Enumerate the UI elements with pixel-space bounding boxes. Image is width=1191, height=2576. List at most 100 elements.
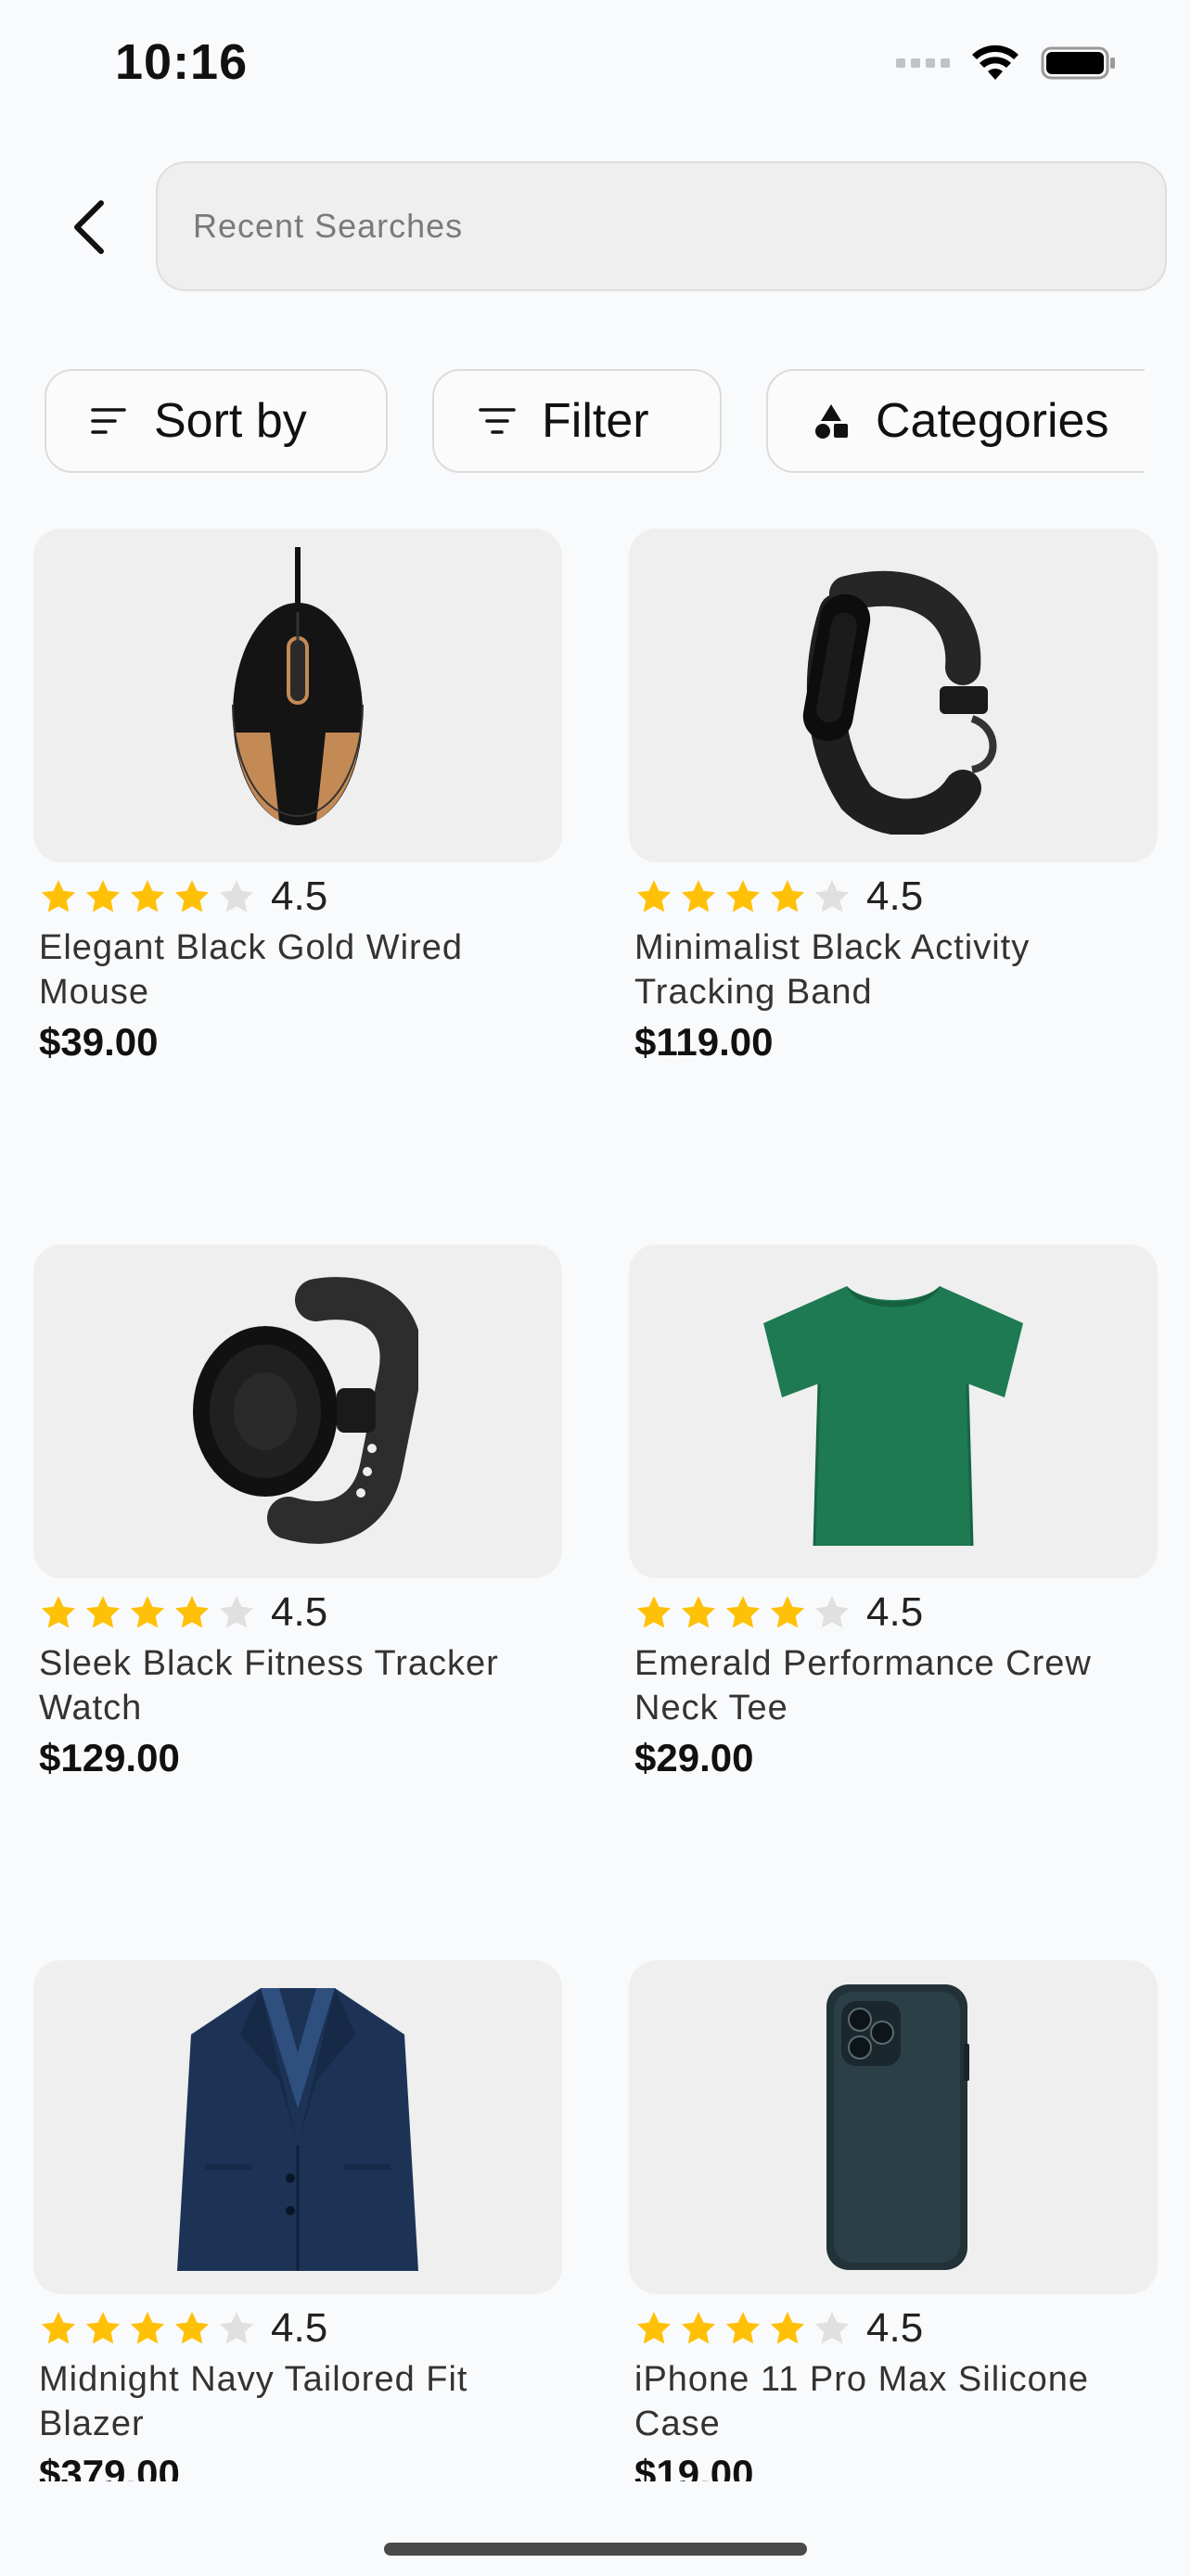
filter-chip[interactable]: Filter [432, 369, 722, 473]
star-filled-icon [41, 1596, 76, 1628]
product-price: $379.00 [39, 2452, 180, 2481]
star-filled-icon [85, 1596, 121, 1628]
product-price: $19.00 [634, 2452, 754, 2481]
status-icons [896, 45, 1117, 82]
product-name: Emerald Performance Crew Neck Tee [634, 1644, 1092, 1728]
star-empty-icon [219, 2312, 254, 2344]
product-name: Minimalist Black Activity Tracking Band [634, 928, 1031, 1012]
product-card[interactable]: 4.5 Minimalist Black Activity Tracking B… [629, 529, 1158, 1178]
green-tshirt-image [763, 1286, 1023, 1547]
star-empty-icon [219, 880, 254, 912]
product-image [33, 1960, 562, 2294]
star-rating [39, 1593, 256, 1632]
star-filled-icon [681, 1596, 716, 1628]
phone-case-image [826, 1984, 969, 2270]
search-header [0, 158, 1191, 297]
categories-label: Categories [876, 394, 1109, 448]
filter-label: Filter [542, 394, 649, 448]
star-filled-icon [174, 2312, 210, 2344]
star-filled-icon [636, 1596, 672, 1628]
star-filled-icon [725, 880, 761, 912]
star-filled-icon [41, 2312, 76, 2344]
product-card[interactable]: 4.5 Sleek Black Fitness Tracker Watch $1… [33, 1244, 562, 1894]
product-image [629, 1244, 1158, 1578]
star-filled-icon [636, 880, 672, 912]
star-filled-icon [130, 880, 165, 912]
star-filled-icon [636, 2312, 672, 2344]
star-filled-icon [681, 2312, 716, 2344]
navy-blazer-image [177, 1988, 418, 2271]
product-price: $119.00 [634, 1020, 774, 1064]
rating-value: 4.5 [866, 1589, 924, 1635]
product-grid: 4.5 Elegant Black Gold Wired Mouse $39.0… [33, 529, 1158, 2481]
star-filled-icon [130, 2312, 165, 2344]
wifi-icon [972, 45, 1018, 80]
star-filled-icon [770, 1596, 805, 1628]
chevron-left-icon [74, 200, 104, 254]
rating-value: 4.5 [866, 2305, 924, 2351]
sort-icon [91, 408, 126, 434]
cellular-signal-icon [896, 58, 950, 68]
star-rating [39, 2309, 256, 2348]
star-filled-icon [681, 880, 716, 912]
star-filled-icon [85, 880, 121, 912]
categories-chip[interactable]: Categories [766, 369, 1145, 473]
battery-icon [1041, 46, 1115, 80]
star-filled-icon [770, 2312, 805, 2344]
star-empty-icon [814, 1596, 850, 1628]
back-button[interactable] [54, 193, 122, 261]
product-card[interactable]: 4.5 Emerald Performance Crew Neck Tee $2… [629, 1244, 1158, 1894]
star-empty-icon [219, 1596, 254, 1628]
status-bar: 10:16 [0, 0, 1191, 139]
rating-row: 4.5 [629, 874, 1158, 920]
rating-row: 4.5 [33, 1589, 562, 1636]
product-name: Sleek Black Fitness Tracker Watch [39, 1644, 499, 1728]
rating-row: 4.5 [629, 2305, 1158, 2352]
star-rating [634, 877, 852, 916]
product-image [629, 1960, 1158, 2294]
star-filled-icon [770, 880, 805, 912]
product-image [629, 529, 1158, 862]
rating-value: 4.5 [271, 1589, 328, 1635]
smartwatch-image [193, 1277, 418, 1544]
home-indicator[interactable] [384, 2543, 807, 2556]
search-box[interactable] [156, 161, 1167, 291]
star-filled-icon [41, 880, 76, 912]
filter-icon [479, 408, 516, 434]
star-filled-icon [174, 1596, 210, 1628]
star-empty-icon [814, 880, 850, 912]
product-price: $29.00 [634, 1736, 754, 1779]
product-price: $129.00 [39, 1736, 180, 1779]
star-filled-icon [725, 1596, 761, 1628]
star-rating [39, 877, 256, 916]
rating-row: 4.5 [629, 1589, 1158, 1636]
product-card[interactable]: 4.5 iPhone 11 Pro Max Silicone Case $19.… [629, 1960, 1158, 2481]
product-name: iPhone 11 Pro Max Silicone Case [634, 2360, 1089, 2443]
categories-icon [815, 404, 848, 439]
rating-value: 4.5 [866, 874, 924, 919]
product-name: Elegant Black Gold Wired Mouse [39, 928, 463, 1012]
product-price: $39.00 [39, 1020, 159, 1064]
product-card[interactable]: 4.5 Elegant Black Gold Wired Mouse $39.0… [33, 529, 562, 1178]
star-empty-icon [814, 2312, 850, 2344]
star-filled-icon [174, 880, 210, 912]
star-filled-icon [85, 2312, 121, 2344]
product-image [33, 1244, 562, 1578]
sort-by-chip[interactable]: Sort by [45, 369, 388, 473]
fitness-band-image [802, 570, 997, 835]
star-filled-icon [725, 2312, 761, 2344]
rating-row: 4.5 [33, 874, 562, 920]
rating-value: 4.5 [271, 874, 328, 919]
filter-chips-row: Sort by Filter Categories [45, 369, 1145, 473]
status-time: 10:16 [115, 34, 249, 90]
product-card[interactable]: 4.5 Midnight Navy Tailored Fit Blazer $3… [33, 1960, 562, 2481]
sort-by-label: Sort by [154, 394, 307, 448]
rating-value: 4.5 [271, 2305, 328, 2351]
rating-row: 4.5 [33, 2305, 562, 2352]
star-rating [634, 2309, 852, 2348]
star-filled-icon [130, 1596, 165, 1628]
product-image [33, 529, 562, 862]
mouse-image [232, 547, 364, 825]
product-name: Midnight Navy Tailored Fit Blazer [39, 2360, 468, 2443]
search-input[interactable] [191, 206, 1165, 247]
